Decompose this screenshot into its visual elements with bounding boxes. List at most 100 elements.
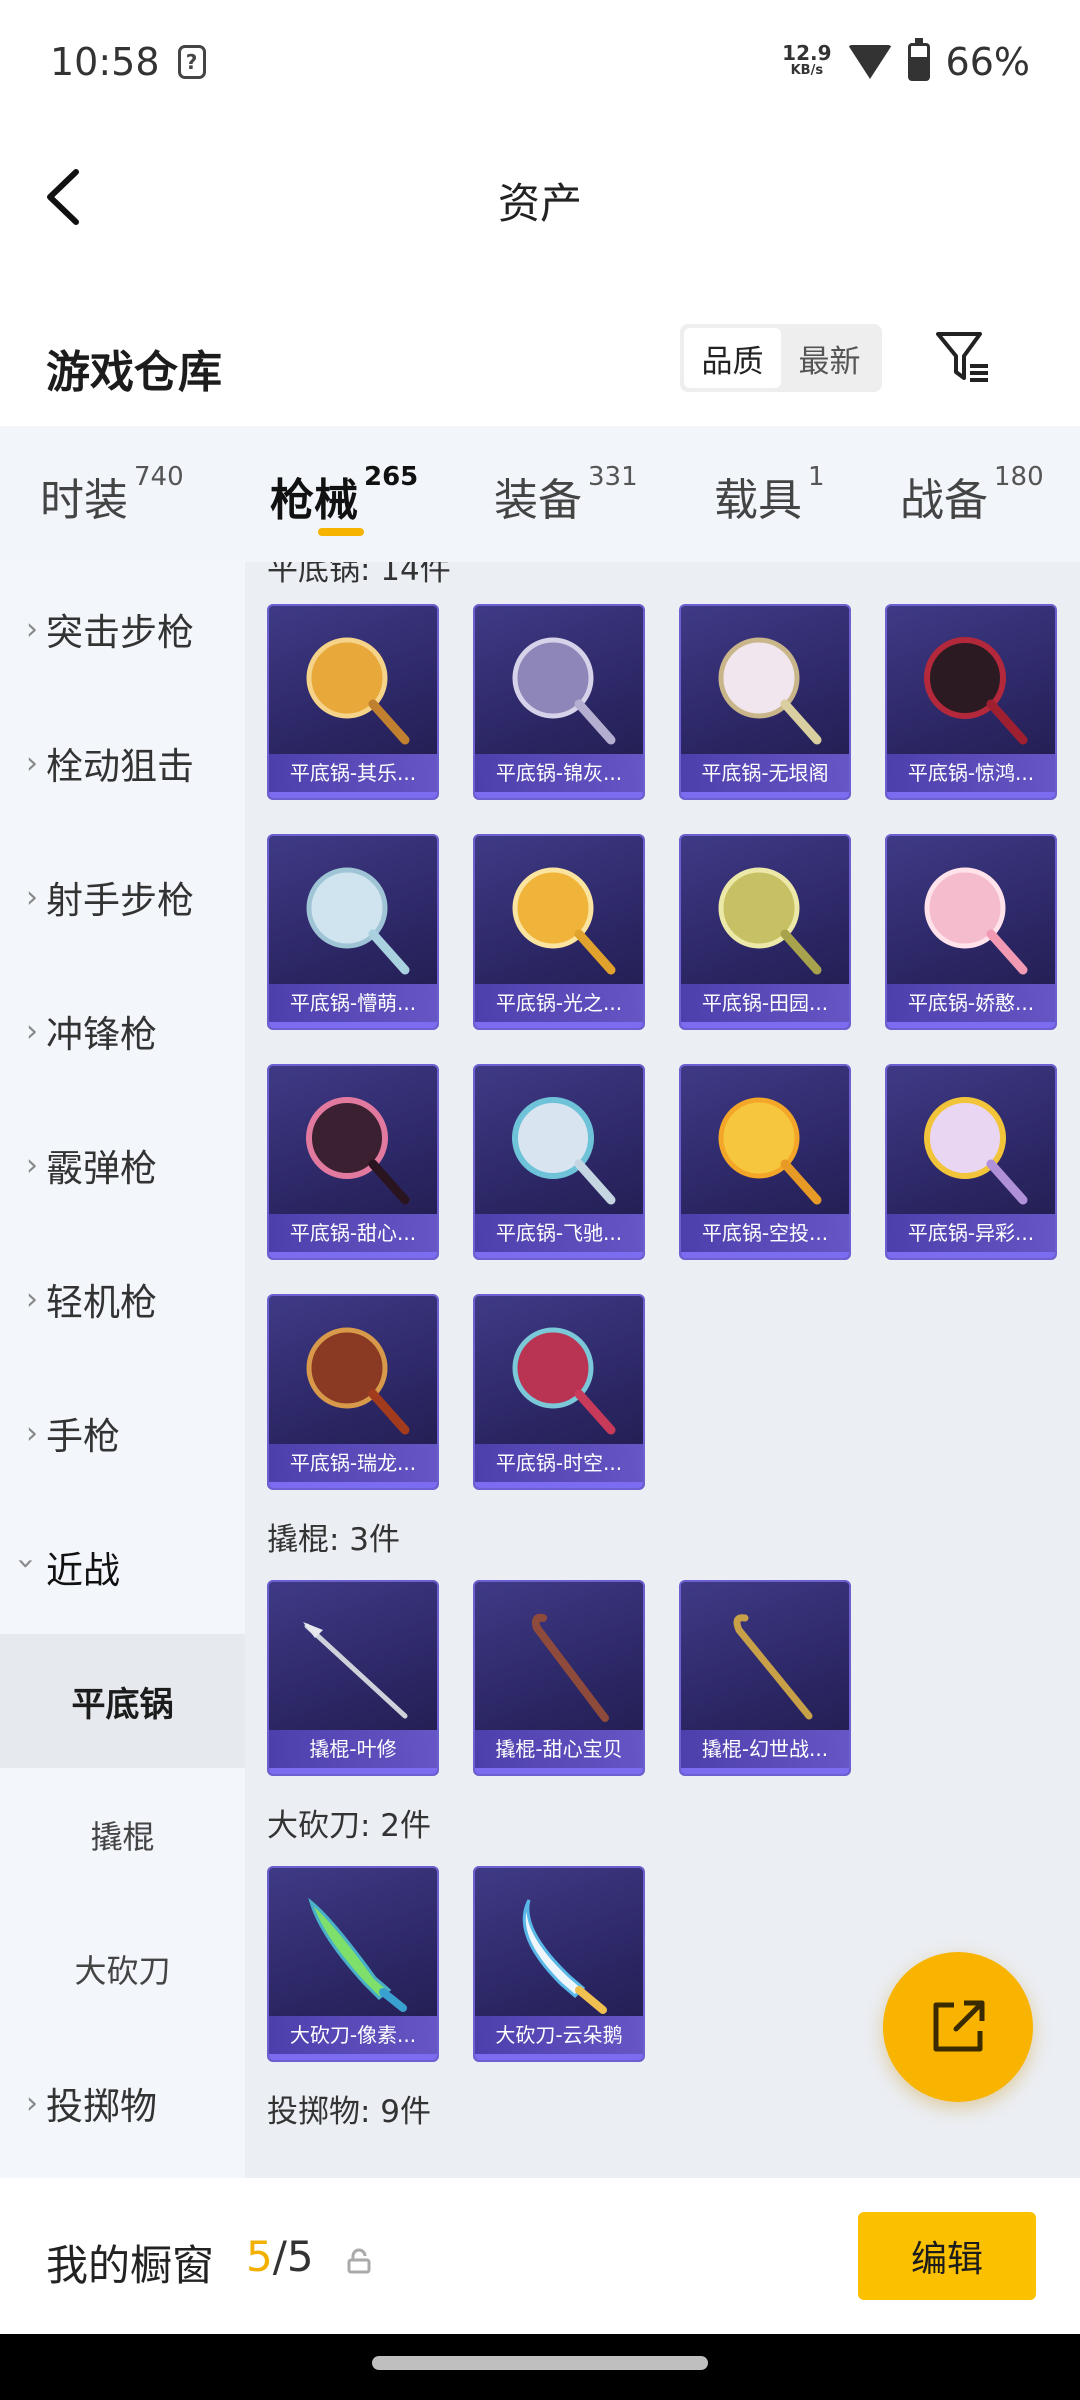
item-card[interactable]: 平底锅-娇憨... (885, 834, 1057, 1030)
sidebar-item-lmg[interactable]: › 轻机枪 (0, 1232, 245, 1366)
tab-label: 载具 (714, 475, 802, 526)
sidebar-item-assault-rifle[interactable]: › 突击步枪 (0, 562, 245, 696)
tab-count: 331 (588, 462, 638, 492)
item-card[interactable]: 平底锅-惊鸿... (885, 604, 1057, 800)
tab-label: 装备 (494, 475, 582, 526)
item-card[interactable]: 平底锅-其乐... (267, 604, 439, 800)
notification-icon: ? (177, 45, 206, 79)
sidebar-item-label: 近战 (46, 1549, 120, 1592)
item-card[interactable]: 大砍刀-像素... (267, 1866, 439, 2062)
chevron-right-icon: › (26, 611, 38, 647)
section-heading-pan: 平底锅: 14件 (267, 562, 451, 588)
sidebar-item-smg[interactable]: › 冲锋枪 (0, 964, 245, 1098)
item-name: 平底锅-飞驰... (475, 1214, 643, 1252)
sidebar-item-melee[interactable]: › 近战 (0, 1500, 245, 1634)
item-card[interactable]: 平底锅-甜心... (267, 1064, 439, 1260)
item-card[interactable]: 平底锅-飞驰... (473, 1064, 645, 1260)
crowbar-icon (531, 1613, 609, 1722)
item-name: 平底锅-空投... (681, 1214, 849, 1252)
sort-latest-button[interactable]: 最新 (781, 328, 878, 388)
sidebar-item-pistol[interactable]: › 手枪 (0, 1366, 245, 1500)
pan-icon (306, 1327, 410, 1435)
crowbar-icon (733, 1614, 813, 1720)
sidebar-item-label: 冲锋枪 (46, 1013, 157, 1056)
tab-firearms[interactable]: 枪械 265 (270, 462, 418, 528)
item-card[interactable]: 撬棍-幻世战... (679, 1580, 851, 1776)
item-card[interactable]: 平底锅-时空... (473, 1294, 645, 1490)
sidebar-item-bolt-sniper[interactable]: › 栓动狙击 (0, 696, 245, 830)
item-card[interactable]: 平底锅-异彩... (885, 1064, 1057, 1260)
edit-button[interactable]: 编辑 (858, 2212, 1036, 2300)
active-tab-indicator (318, 528, 364, 536)
showcase-total: /5 (272, 2232, 314, 2281)
chevron-right-icon: › (26, 2085, 38, 2121)
item-card[interactable]: 平底锅-锦灰... (473, 604, 645, 800)
sidebar-sub-pan[interactable]: 平底锅 (0, 1634, 245, 1768)
tab-count: 740 (134, 462, 184, 492)
battery-icon (907, 38, 930, 81)
sidebar-sub-crowbar[interactable]: 撬棍 (0, 1768, 245, 1902)
item-name: 平底锅-惊鸿... (887, 754, 1055, 792)
item-card[interactable]: 平底锅-无垠阁 (679, 604, 851, 800)
machete-icon (522, 1899, 607, 2014)
net-speed: 12.9 KB/s (782, 43, 831, 80)
section-heading-crowbar: 撬棍: 3件 (267, 1522, 401, 1558)
showcase-label: 我的橱窗 (46, 2241, 215, 2290)
app-header: 资产 (0, 124, 1080, 268)
tab-supplies[interactable]: 战备 180 (900, 462, 1044, 528)
pan-icon (718, 867, 822, 975)
pan-icon (306, 1097, 410, 1205)
chevron-right-icon: › (26, 879, 38, 915)
share-button[interactable] (883, 1952, 1033, 2102)
sidebar-item-label: 投掷物 (46, 2085, 157, 2128)
item-card[interactable]: 大砍刀-云朵鹅 (473, 1866, 645, 2062)
sidebar-item-label: 手枪 (46, 1415, 120, 1458)
lock-icon (347, 2248, 371, 2274)
sort-quality-button[interactable]: 品质 (684, 328, 781, 388)
sidebar-item-shotgun[interactable]: › 霰弹枪 (0, 1098, 245, 1232)
sidebar-item-label: 霰弹枪 (46, 1147, 157, 1190)
item-card[interactable]: 平底锅-懵萌... (267, 834, 439, 1030)
pan-icon (718, 637, 822, 745)
battery-percent: 66% (945, 40, 1030, 84)
tab-fashion[interactable]: 时装 740 (40, 462, 184, 528)
sort-toggle: 品质 最新 (680, 324, 882, 392)
item-name: 撬棍-甜心宝贝 (475, 1730, 643, 1768)
item-name: 撬棍-叶修 (269, 1730, 437, 1768)
warehouse-title: 游戏仓库 (46, 347, 222, 398)
spear-icon (303, 1622, 408, 1719)
item-name: 平底锅-光之... (475, 984, 643, 1022)
item-card[interactable]: 撬棍-甜心宝贝 (473, 1580, 645, 1776)
category-tabs: 时装 740 枪械 265 装备 331 载具 1 战备 180 (0, 426, 1080, 562)
status-bar: 10:58 ? 12.9 KB/s 66% (0, 0, 1080, 124)
item-name: 大砍刀-像素... (269, 2016, 437, 2054)
tab-label: 战备 (900, 475, 988, 526)
machete-icon (308, 1897, 407, 2012)
chevron-right-icon: › (26, 1281, 38, 1317)
sidebar-item-marksman-rifle[interactable]: › 射手步枪 (0, 830, 245, 964)
filter-icon[interactable] (934, 328, 992, 386)
sidebar-sub-machete[interactable]: 大砍刀 (0, 1902, 245, 2036)
item-card[interactable]: 平底锅-田园... (679, 834, 851, 1030)
sidebar-item-label: 射手步枪 (46, 879, 194, 922)
item-name: 平底锅-瑞龙... (269, 1444, 437, 1482)
item-card[interactable]: 平底锅-空投... (679, 1064, 851, 1260)
page-title: 资产 (497, 179, 582, 228)
item-name: 平底锅-娇憨... (887, 984, 1055, 1022)
sidebar-item-throwables[interactable]: › 投掷物 (0, 2036, 245, 2170)
item-card[interactable]: 平底锅-光之... (473, 834, 645, 1030)
tab-vehicles[interactable]: 载具 1 (714, 462, 825, 528)
section-heading-throwables: 投掷物: 9件 (267, 2094, 432, 2130)
home-gesture-bar[interactable] (372, 2356, 708, 2370)
item-name: 平底锅-田园... (681, 984, 849, 1022)
item-card[interactable]: 平底锅-瑞龙... (267, 1294, 439, 1490)
item-card[interactable]: 撬棍-叶修 (267, 1580, 439, 1776)
item-name: 平底锅-异彩... (887, 1214, 1055, 1252)
pan-icon (512, 1327, 616, 1435)
item-name: 平底锅-甜心... (269, 1214, 437, 1252)
tab-equipment[interactable]: 装备 331 (494, 462, 638, 528)
chevron-down-icon: › (8, 1557, 44, 1569)
system-nav-bar (0, 2334, 1080, 2400)
tab-count: 180 (994, 462, 1044, 492)
item-grid: 平底锅: 14件 平底锅-其乐... 平底锅-锦灰... 平底锅-无垠阁 平底锅… (245, 562, 1080, 2178)
